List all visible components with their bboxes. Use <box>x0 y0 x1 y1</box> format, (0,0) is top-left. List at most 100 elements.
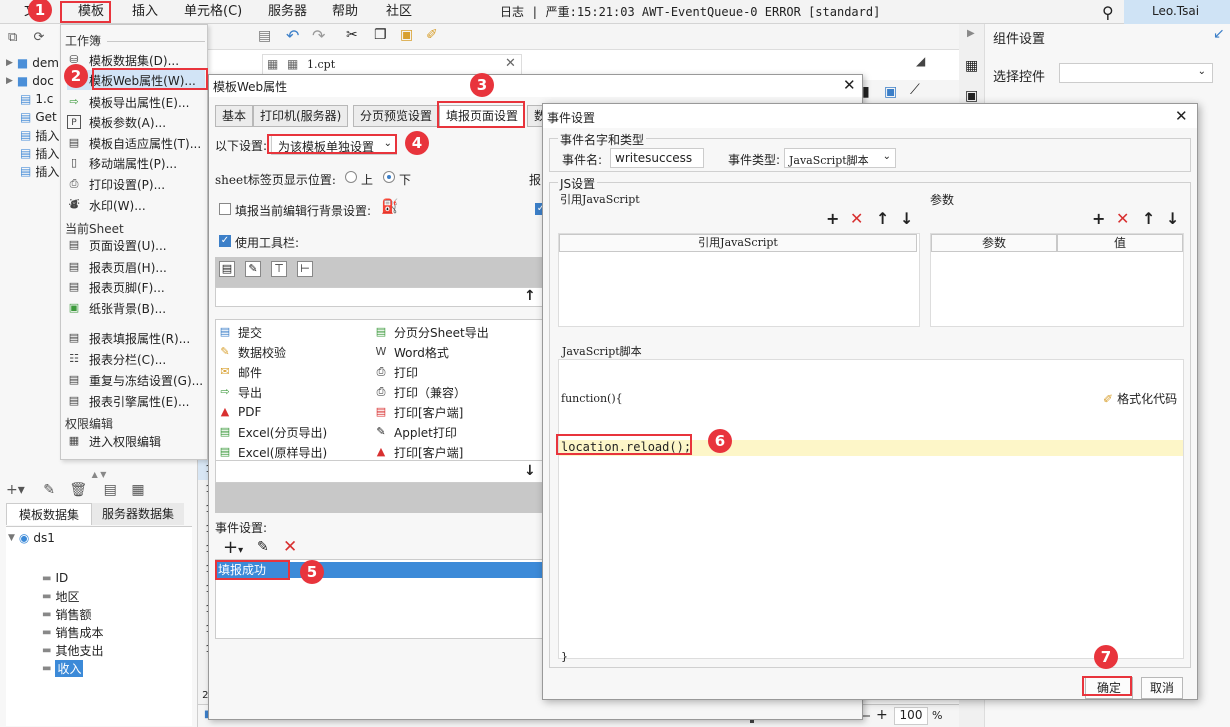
file-tab[interactable]: ▦ ▦ 1.cpt ✕ <box>262 54 522 74</box>
move-up-param-icon[interactable]: ↑ <box>1142 211 1155 227</box>
menu-item-template-dataset[interactable]: ⛁ 模板数据集(D)... <box>67 50 205 70</box>
field-item[interactable]: ▬ 销售成本 <box>42 623 103 641</box>
add-icon[interactable]: +▾ <box>6 482 25 498</box>
delete-event-icon[interactable]: ✕ <box>283 537 297 557</box>
menu-item-fill-attributes[interactable]: ▤ 报表填报属性(R)... <box>67 328 205 348</box>
tree-item[interactable]: ▤ 1.c <box>6 90 60 108</box>
expand-icon[interactable]: ▶ <box>967 28 975 39</box>
radio-bottom[interactable] <box>383 171 395 183</box>
tree-item[interactable]: ▤ 插入 <box>6 126 60 144</box>
btn-email[interactable]: ✉ 邮件 <box>218 362 262 382</box>
close-tab-icon[interactable]: ✕ <box>505 56 516 71</box>
image-icon[interactable]: ▣ <box>884 84 897 100</box>
new-folder-icon[interactable]: ⧉ <box>8 30 17 45</box>
menu-item-header[interactable]: ▤ 报表页眉(H)... <box>67 257 205 277</box>
menu-item-print-settings[interactable]: ⎙ 打印设置(P)... <box>67 174 205 194</box>
close-icon[interactable]: ✕ <box>843 76 856 94</box>
btn-submit[interactable]: ▤ 提交 <box>218 322 262 342</box>
toolbar-checkbox[interactable]: ✓ <box>219 235 231 247</box>
add-event-icon[interactable]: +▾ <box>223 537 243 558</box>
bar-chart-icon[interactable]: ▮ <box>862 84 870 100</box>
tree-item[interactable]: ▤ 插入 <box>6 144 60 162</box>
format-brush-icon[interactable]: ✐ <box>426 27 438 43</box>
arrow-up-icon[interactable]: ↑ <box>524 288 536 304</box>
cut-icon[interactable]: ✂ <box>346 27 358 43</box>
btn-excel-page[interactable]: ▤ Excel(分页导出) <box>218 422 327 442</box>
arrow-down-icon[interactable]: ↓ <box>524 463 536 479</box>
menu-item-freeze[interactable]: ▤ 重复与冻结设置(G)... <box>67 370 205 390</box>
btn-print-client[interactable]: ▤ 打印[客户端] <box>374 402 464 422</box>
add-ref-icon[interactable]: + <box>826 211 839 227</box>
menu-item-adaptive[interactable]: ▤ 模板自适应属性(T)... <box>67 133 205 153</box>
menu-server[interactable]: 服务器 <box>268 0 307 24</box>
tree-item[interactable]: ▶ ■ doc <box>6 72 60 90</box>
slash-icon[interactable]: ⟋ <box>910 82 920 98</box>
copy-icon[interactable]: ❐ <box>374 27 387 43</box>
tree2-icon[interactable]: ⊢ <box>297 261 313 277</box>
edit-icon[interactable]: ✎ <box>43 482 55 498</box>
save-icon[interactable]: ▤ <box>258 28 271 44</box>
tree-icon[interactable]: ⊤ <box>271 261 287 277</box>
refresh-icon[interactable]: ⟳ <box>33 30 44 45</box>
menu-item-background[interactable]: ▣ 纸张背景(B)... <box>67 298 205 318</box>
radio-top[interactable] <box>345 171 357 183</box>
field-item[interactable]: ▬ 其他支出 <box>42 641 103 659</box>
btn-verify[interactable]: ✎ 数据校验 <box>218 342 286 362</box>
menu-item-export-attributes[interactable]: ⇨ 模板导出属性(E)... <box>67 92 205 112</box>
tree-item[interactable]: ▤ 插入 <box>6 162 60 180</box>
dropdown-arrow-icon[interactable]: ◢ <box>916 54 925 68</box>
zoom-field[interactable]: 100 <box>894 707 928 725</box>
delete-ref-icon[interactable]: ✕ <box>850 211 863 227</box>
btn-excel-raw[interactable]: ▤ Excel(原样导出) <box>218 442 327 462</box>
field-item[interactable]: ▬ ID <box>42 569 68 587</box>
menu-item-permission-edit[interactable]: ▦ 进入权限编辑 <box>67 431 205 451</box>
widget-icon[interactable]: ▣ <box>965 88 978 104</box>
tab-template-dataset[interactable]: 模板数据集 <box>6 503 92 525</box>
menu-item-columns[interactable]: ☷ 报表分栏(C)... <box>67 349 205 369</box>
cancel-button[interactable]: 取消 <box>1141 677 1183 699</box>
move-up-ref-icon[interactable]: ↑ <box>876 211 889 227</box>
tab-server-dataset[interactable]: 服务器数据集 <box>92 503 184 525</box>
user-area[interactable]: Leo.Tsai <box>1124 0 1230 24</box>
event-type-dropdown[interactable]: JavaScript脚本 ⌄ <box>784 148 896 168</box>
preview-icon[interactable]: ▤ <box>104 482 117 498</box>
field-item-selected[interactable]: ▬ 收入 <box>42 659 84 677</box>
format-code-button[interactable]: ✐ 格式化代码 <box>1103 390 1177 407</box>
delete-icon[interactable]: 🗑 <box>69 482 87 498</box>
js-editor[interactable]: function(){ ✐ 格式化代码 location.reload(); } <box>558 359 1184 663</box>
save-icon[interactable]: ▤ <box>219 261 235 277</box>
btn-export[interactable]: ⇨ 导出 <box>218 382 262 402</box>
menu-community[interactable]: 社区 <box>386 0 412 24</box>
menu-insert[interactable]: 插入 <box>132 0 158 24</box>
paste-icon[interactable]: ▣ <box>400 27 413 43</box>
log-status[interactable]: 日志 | 严重:15:21:03 AWT-EventQueue-0 ERROR … <box>500 0 880 24</box>
splitter-handle[interactable]: ▲ ▼ <box>0 470 198 480</box>
undo-icon[interactable]: ↶ <box>286 26 299 45</box>
add-param-icon[interactable]: + <box>1092 211 1105 227</box>
close-icon[interactable]: ✕ <box>1175 107 1188 125</box>
move-down-ref-icon[interactable]: ↓ <box>900 211 913 227</box>
btn-word[interactable]: W Word格式 <box>374 342 449 362</box>
event-name-input[interactable]: writesuccess <box>610 148 704 168</box>
menu-item-footer[interactable]: ▤ 报表页脚(F)... <box>67 277 205 297</box>
delete-param-icon[interactable]: ✕ <box>1116 211 1129 227</box>
select-widget-dropdown[interactable]: ⌄ <box>1059 63 1213 83</box>
btn-applet-print[interactable]: ✎ Applet打印 <box>374 422 456 442</box>
menu-item-watermark[interactable]: ⛇ 水印(W)... <box>67 195 205 215</box>
redo-icon[interactable]: ↷ <box>312 26 325 45</box>
btn-print-client-2[interactable]: ▲ 打印[客户端] <box>374 442 464 462</box>
tree-item[interactable]: ▤ Get <box>6 108 60 126</box>
dataset-node[interactable]: ▼ ◉ ds1 <box>8 529 55 547</box>
menu-item-template-params[interactable]: P 模板参数(A)... <box>67 112 205 132</box>
btn-print-compat[interactable]: ⎙ 打印（兼容） <box>374 382 466 402</box>
move-down-param-icon[interactable]: ↓ <box>1166 211 1179 227</box>
pencil-icon[interactable]: ✎ <box>245 261 261 277</box>
menu-help[interactable]: 帮助 <box>332 0 358 24</box>
field-item[interactable]: ▬ 销售额 <box>42 605 91 623</box>
btn-print[interactable]: ⎙ 打印 <box>374 362 418 382</box>
tree-item[interactable]: ▶ ■ dem <box>6 54 60 72</box>
menu-item-mobile[interactable]: ▯ 移动端属性(P)... <box>67 153 205 173</box>
settings-icon[interactable]: ▦ <box>131 482 144 498</box>
btn-sheet-export[interactable]: ▤ 分页分Sheet导出 <box>374 322 489 342</box>
menu-item-engine[interactable]: ▤ 报表引擎属性(E)... <box>67 391 205 411</box>
